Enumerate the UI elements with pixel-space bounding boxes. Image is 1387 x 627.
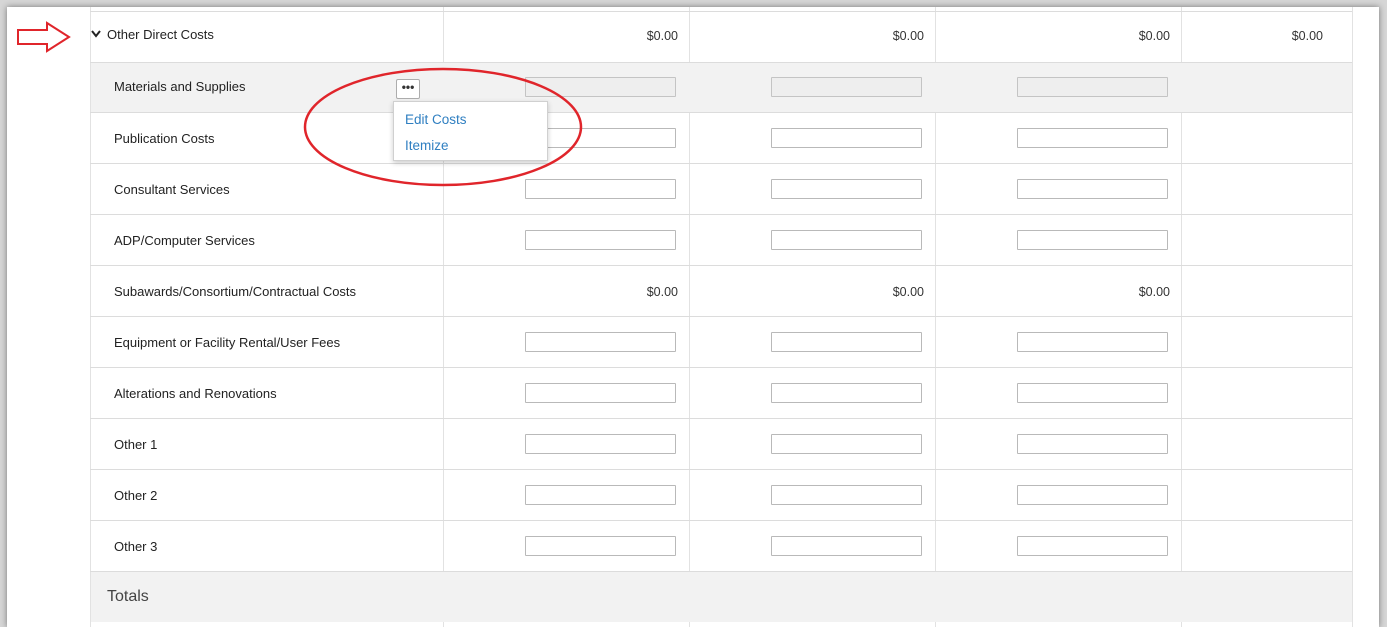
budget-panel: Other Direct Costs $0.00 $0.00 $0.00 $0.…: [7, 7, 1379, 627]
annotation-overlay: [17, 21, 583, 187]
annotation-ellipse: [303, 67, 583, 187]
annotation-arrow-icon: [17, 21, 71, 53]
